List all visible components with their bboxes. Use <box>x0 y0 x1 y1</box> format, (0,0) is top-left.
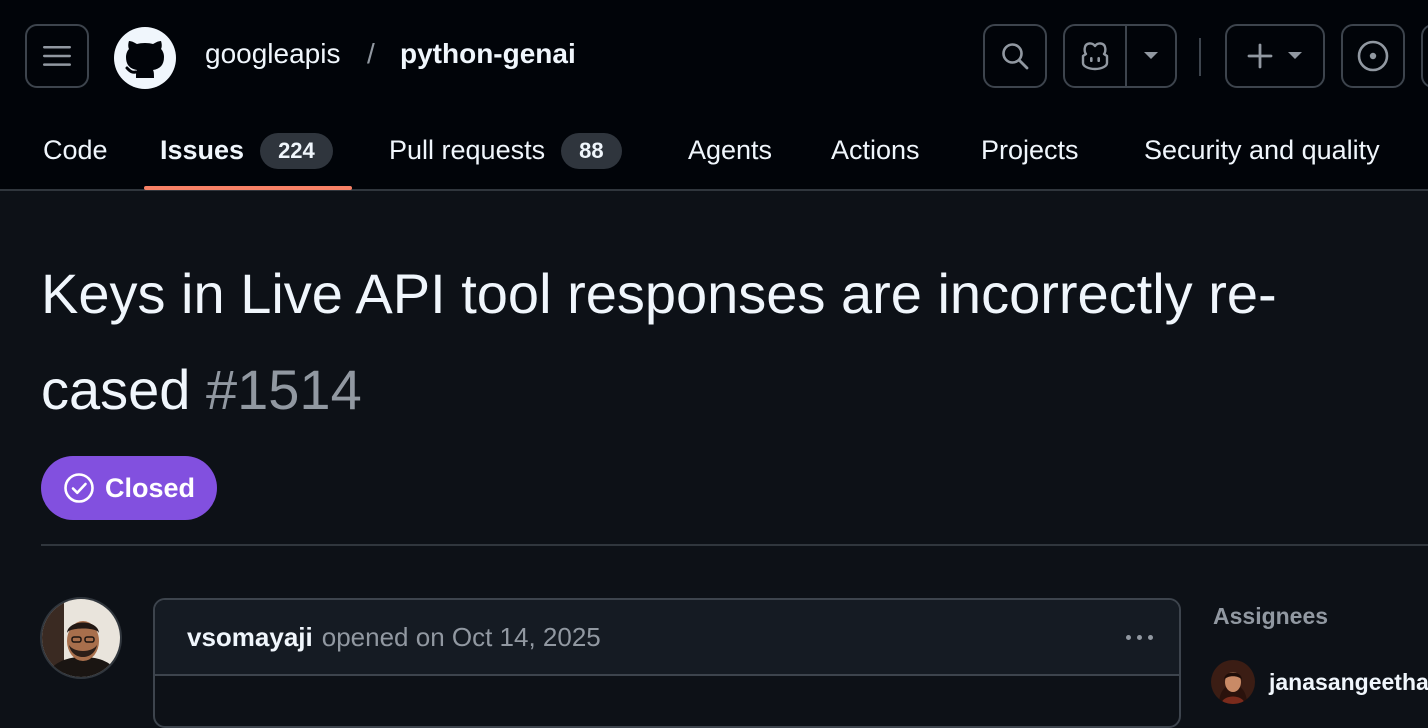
comment-author-link[interactable]: vsomayaji <box>187 622 313 653</box>
assignee-avatar <box>1211 660 1255 704</box>
repo-nav-tabs: Code Issues 224 Pull requests 88 Agents … <box>0 110 1428 191</box>
copilot-icon <box>1081 42 1109 71</box>
tab-label: Code <box>43 135 108 165</box>
app-header: googleapis / python-genai Code Issues 22… <box>0 0 1428 191</box>
title-divider <box>41 544 1428 546</box>
issue-state-label: Closed <box>105 472 196 503</box>
issue-title: Keys in Live API tool responses are inco… <box>41 246 1421 438</box>
github-logo-icon[interactable] <box>113 26 177 90</box>
tab-issues[interactable]: Issues 224 <box>160 110 333 191</box>
create-new-button[interactable] <box>1225 24 1325 88</box>
tab-label: Security and quality <box>1144 135 1380 165</box>
tab-code[interactable]: Code <box>43 110 108 191</box>
tab-agents[interactable]: Agents <box>688 110 772 191</box>
comment-meta: opened on Oct 14, 2025 <box>321 621 601 652</box>
your-issues-button[interactable] <box>1341 24 1405 88</box>
tab-label: Agents <box>688 135 773 165</box>
chevron-down-icon <box>1144 52 1158 59</box>
chevron-down-icon <box>1288 52 1302 59</box>
tab-label: Pull requests <box>389 135 546 165</box>
assignees-heading: Assignees <box>1213 603 1329 629</box>
pull-requests-count-badge: 88 <box>561 132 622 169</box>
copilot-button-group <box>1063 24 1177 88</box>
comment-options-button[interactable] <box>1119 622 1159 652</box>
breadcrumb-separator: / <box>367 38 375 69</box>
assignee-name: janasangeetha <box>1269 668 1428 695</box>
issue-opened-icon <box>1357 40 1389 72</box>
repo-owner-link[interactable]: googleapis <box>205 38 340 70</box>
tab-projects[interactable]: Projects <box>981 110 1079 191</box>
repo-name-link[interactable]: python-genai <box>400 38 576 70</box>
tab-label: Issues <box>160 135 245 165</box>
copilot-button[interactable] <box>1065 26 1127 86</box>
tab-label: Projects <box>981 135 1079 165</box>
issue-body-comment: vsomayaji opened on Oct 14, 2025 <box>153 598 1181 728</box>
tab-pull-requests[interactable]: Pull requests 88 <box>389 110 622 191</box>
assignee-item[interactable]: janasangeetha <box>1211 660 1428 704</box>
issues-count-badge: 224 <box>260 132 333 169</box>
pull-requests-button[interactable] <box>1421 24 1428 88</box>
plus-icon <box>1247 43 1273 69</box>
issue-state-badge: Closed <box>41 456 218 520</box>
search-button[interactable] <box>983 24 1047 88</box>
header-divider <box>1199 38 1201 76</box>
comment-header: vsomayaji opened on Oct 14, 2025 <box>155 600 1179 676</box>
author-avatar[interactable] <box>40 597 122 679</box>
search-icon <box>1002 43 1029 70</box>
active-tab-indicator <box>144 186 352 190</box>
issue-number: #1514 <box>206 358 362 421</box>
hamburger-menu-button[interactable] <box>25 24 89 88</box>
check-circle-icon <box>64 473 94 503</box>
tab-security-and-quality[interactable]: Security and quality <box>1144 110 1380 191</box>
kebab-horizontal-icon <box>1125 634 1131 640</box>
hamburger-menu-icon <box>43 46 71 66</box>
tab-actions[interactable]: Actions <box>831 110 920 191</box>
copilot-menu-button[interactable] <box>1127 26 1175 86</box>
tab-label: Actions <box>831 135 920 165</box>
